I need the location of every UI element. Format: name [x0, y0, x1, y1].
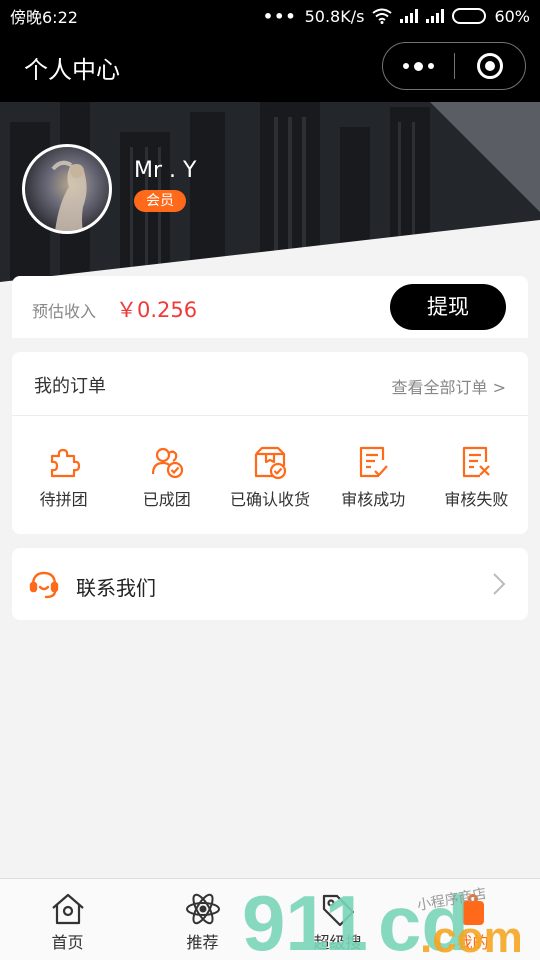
orders-title: 我的订单 — [34, 376, 106, 397]
order-status-label: 待拼团 — [39, 490, 88, 509]
order-status-pending-group[interactable]: 待拼团 — [12, 416, 115, 534]
signal-icon-1 — [400, 9, 419, 23]
page-title: 个人中心 — [24, 56, 120, 84]
order-status-label: 审核失败 — [444, 490, 509, 509]
order-status-grouped[interactable]: 已成团 — [115, 416, 218, 534]
more-notifications-icon: ••• — [262, 6, 297, 26]
miniprogram-capsule — [382, 42, 526, 90]
orders-card: 我的订单 查看全部订单 > 待拼团 已成团 已确认收货 审核成功 审核失败 — [12, 352, 528, 534]
view-all-orders-link[interactable]: 查看全部订单 > — [392, 374, 507, 398]
close-miniprogram-button[interactable] — [455, 43, 526, 89]
nav-bar: 个人中心 — [0, 32, 540, 102]
wifi-icon — [372, 8, 393, 24]
order-status-list: 待拼团 已成团 已确认收货 审核成功 审核失败 — [12, 416, 528, 534]
home-icon — [51, 893, 84, 925]
doc-fail-icon — [463, 446, 491, 478]
headset-icon — [29, 571, 59, 599]
network-speed: 50.8K/s — [304, 6, 365, 26]
earnings-card: 预估收入 ￥0.256 提现 — [12, 276, 528, 338]
more-dots-icon — [402, 61, 434, 71]
order-status-label: 已确认收货 — [230, 490, 311, 509]
order-status-review-success[interactable]: 审核成功 — [322, 416, 425, 534]
avatar[interactable] — [22, 144, 112, 234]
status-indicators: ••• 50.8K/s 60% — [263, 7, 530, 26]
profile-icon — [461, 894, 484, 925]
bottom-tab-bar: 首页 推荐 超级搜 我的 — [0, 878, 540, 960]
order-status-review-failed[interactable]: 审核失败 — [425, 416, 528, 534]
tab-label: 首页 — [51, 933, 84, 952]
group-check-icon — [151, 447, 183, 479]
tab-label: 超级搜 — [313, 933, 362, 952]
status-bar: 傍晚6:22 ••• 50.8K/s 60% — [0, 0, 540, 32]
status-time: 傍晚6:22 — [10, 8, 78, 27]
avatar-image — [51, 160, 87, 231]
tab-label: 推荐 — [186, 933, 219, 952]
order-status-label: 已成团 — [142, 490, 191, 509]
estimated-income-value: ￥0.256 — [116, 298, 198, 322]
more-menu-button[interactable] — [383, 43, 454, 89]
package-check-icon — [254, 446, 287, 480]
username: Mr . Y — [134, 158, 197, 183]
order-status-received[interactable]: 已确认收货 — [218, 416, 321, 534]
order-status-label: 审核成功 — [341, 490, 406, 509]
tab-mine[interactable]: 我的 — [405, 879, 540, 960]
doc-check-icon — [360, 446, 389, 478]
tab-super-search[interactable]: 超级搜 — [270, 879, 405, 960]
chevron-right-icon — [493, 573, 506, 595]
signal-icon-2 — [426, 9, 445, 23]
tag-icon — [322, 894, 354, 927]
tab-recommend[interactable]: 推荐 — [135, 879, 270, 960]
contact-us-row[interactable]: 联系我们 — [12, 548, 528, 620]
target-icon — [476, 53, 503, 79]
estimated-income-label: 预估收入 — [32, 302, 97, 321]
battery-icon — [452, 8, 487, 24]
puzzle-icon — [50, 448, 80, 478]
tab-home[interactable]: 首页 — [0, 879, 135, 960]
tab-label: 我的 — [456, 933, 489, 952]
atom-icon — [185, 893, 220, 925]
battery-percent: 60% — [494, 6, 530, 26]
contact-us-label: 联系我们 — [76, 576, 156, 600]
orders-header: 我的订单 查看全部订单 > — [12, 352, 528, 416]
withdraw-button[interactable]: 提现 — [390, 284, 506, 330]
member-badge: 会员 — [134, 190, 186, 212]
